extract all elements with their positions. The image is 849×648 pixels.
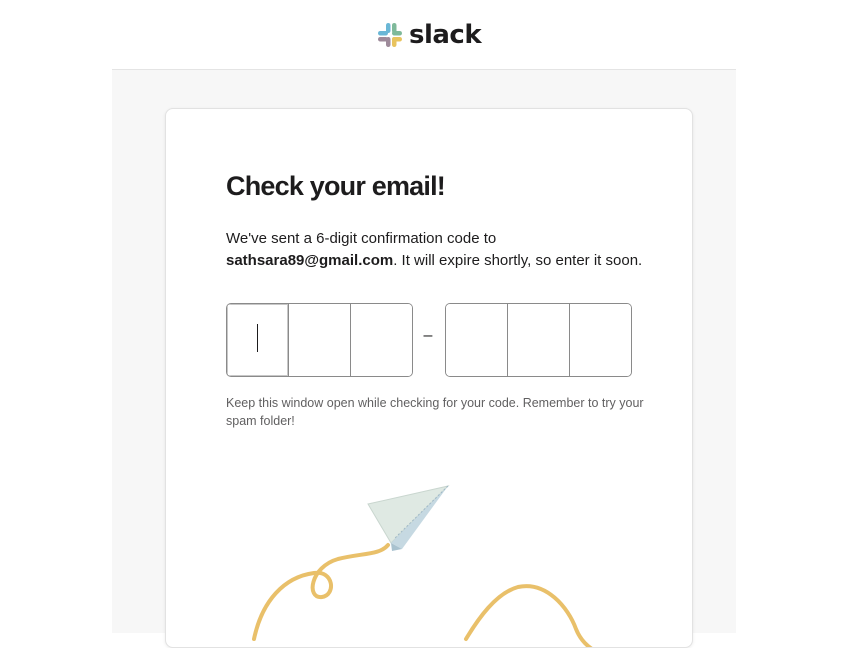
paper-plane-illustration (166, 469, 692, 647)
intro-prefix: We've sent a 6-digit confirmation code t… (226, 230, 497, 247)
code-digit-5[interactable] (508, 304, 570, 376)
code-digit-3[interactable] (351, 304, 412, 376)
text-caret (257, 324, 258, 352)
code-group-second (445, 303, 632, 377)
code-separator: – (423, 327, 433, 344)
slack-hash-icon (377, 22, 403, 48)
code-group-first (226, 303, 413, 377)
top-bar: slack (0, 0, 849, 70)
confirmation-card: Check your email! We've sent a 6-digit c… (165, 108, 693, 648)
email-address: sathsara89@gmail.com (226, 252, 394, 269)
slack-logo[interactable]: slack (377, 20, 482, 50)
code-digit-6[interactable] (570, 304, 631, 376)
intro-text: We've sent a 6-digit confirmation code t… (226, 228, 646, 272)
code-digit-2[interactable] (289, 304, 351, 376)
page-title: Check your email! (226, 171, 446, 201)
hint-text: Keep this window open while checking for… (226, 396, 644, 428)
code-digit-4[interactable] (446, 304, 508, 376)
paper-plane-icon (367, 485, 450, 551)
code-digit-1[interactable] (227, 304, 289, 376)
intro-suffix: . It will expire shortly, so enter it so… (393, 252, 643, 269)
slack-wordmark: slack (409, 20, 482, 50)
